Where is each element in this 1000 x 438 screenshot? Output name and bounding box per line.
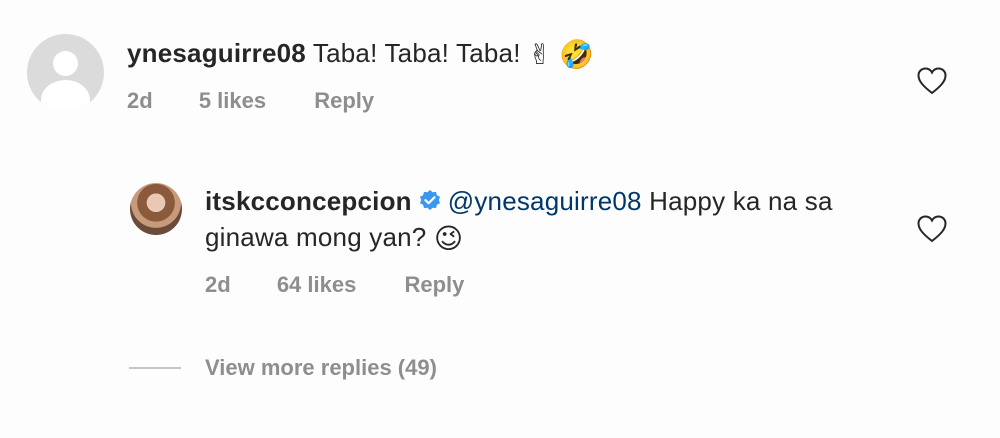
comment-time[interactable]: 2d xyxy=(127,88,153,114)
verified-badge-icon xyxy=(419,190,440,210)
reply-likes[interactable]: 64 likes xyxy=(277,272,357,298)
divider-line xyxy=(129,367,181,369)
reply-button[interactable]: Reply xyxy=(314,88,374,114)
comment-username[interactable]: ynesaguirre08 xyxy=(127,38,306,68)
reply-username[interactable]: itskcconcepcion xyxy=(205,186,412,216)
view-more-replies-button[interactable]: View more replies (49) xyxy=(129,355,437,381)
comment-text: Taba! Taba! Taba! xyxy=(312,38,521,68)
comment-meta: 2d 5 likes Reply xyxy=(127,88,374,114)
rolling-laughing-emoji: 🤣 xyxy=(559,39,595,70)
comment-body: ynesaguirre08 Taba! Taba! Taba! ✌ 🤣 xyxy=(127,35,594,73)
victory-hand-emoji: ✌ xyxy=(528,39,552,70)
winking-face-emoji: 😉 xyxy=(433,223,464,254)
mention-link[interactable]: @ynesaguirre08 xyxy=(448,186,642,216)
heart-icon[interactable] xyxy=(917,67,947,95)
default-avatar-icon[interactable] xyxy=(27,34,104,111)
heart-icon[interactable] xyxy=(917,215,947,243)
profile-avatar[interactable] xyxy=(130,183,182,235)
reply-meta: 2d 64 likes Reply xyxy=(205,272,464,298)
reply-button[interactable]: Reply xyxy=(404,272,464,298)
reply-time[interactable]: 2d xyxy=(205,272,231,298)
comment-likes[interactable]: 5 likes xyxy=(199,88,266,114)
comments-section: ynesaguirre08 Taba! Taba! Taba! ✌ 🤣 2d 5… xyxy=(0,0,1000,438)
reply-body: itskcconcepcion @ynesaguirre08 Happy ka n… xyxy=(205,183,865,257)
view-more-replies-label[interactable]: View more replies (49) xyxy=(205,355,437,381)
